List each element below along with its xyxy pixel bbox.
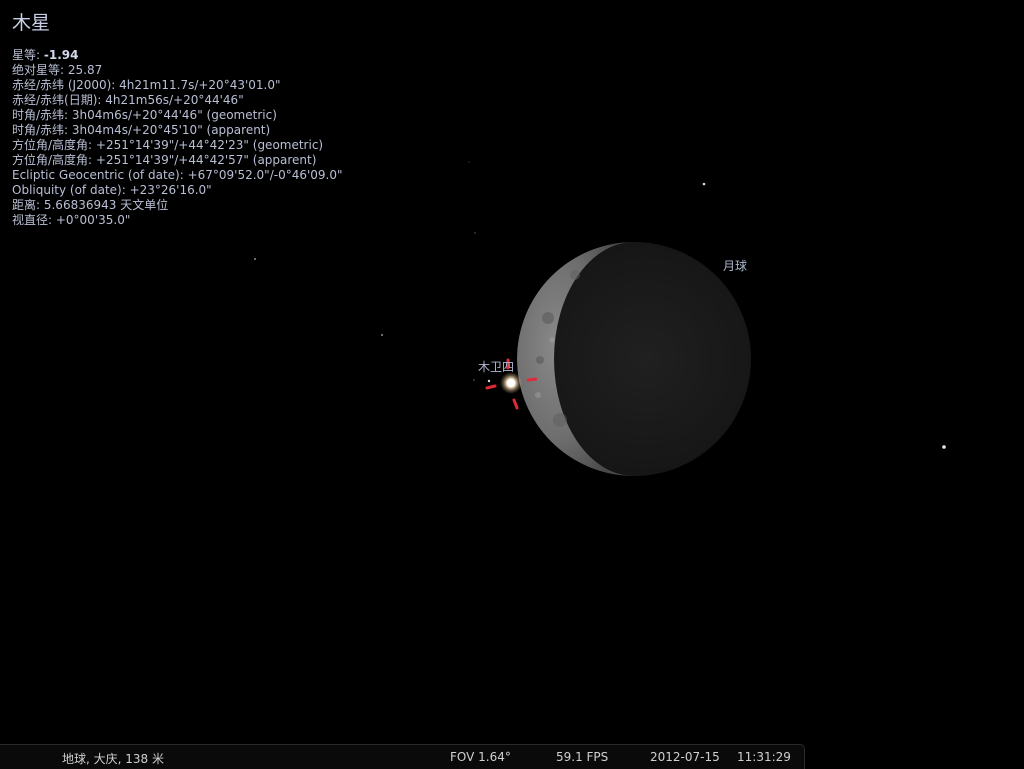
star — [942, 445, 946, 449]
callisto-label[interactable]: 木卫四 — [478, 358, 514, 375]
star — [381, 334, 383, 336]
star — [474, 232, 476, 234]
date-readout[interactable]: 2012-07-15 — [650, 750, 720, 764]
ecliptic-geocentric: Ecliptic Geocentric (of date): +67°09'52… — [12, 168, 343, 182]
az-alt-apparent: 方位角/高度角: +251°14'39"/+44°42'57" (apparen… — [12, 153, 317, 167]
ra-dec-of-date: 赤经/赤纬(日期): 4h21m56s/+20°44'46" — [12, 93, 244, 107]
callisto-dot[interactable] — [487, 379, 491, 383]
fps-readout: 59.1 FPS — [556, 750, 609, 764]
location-readout[interactable]: 地球, 大庆, 138 米 — [62, 750, 164, 767]
absolute-magnitude: 绝对星等: 25.87 — [12, 63, 103, 77]
magnitude-label: 星等: — [12, 48, 41, 62]
magnitude-line: 星等: -1.94 — [12, 48, 343, 63]
hour-angle-geometric: 时角/赤纬: 3h04m6s/+20°44'46" (geometric) — [12, 108, 277, 122]
ra-dec-j2000: 赤经/赤纬 (J2000): 4h21m11.7s/+20°43'01.0" — [12, 78, 281, 92]
apparent-diameter: 视直径: +0°00'35.0" — [12, 213, 131, 227]
star — [702, 182, 706, 186]
moon-label[interactable]: 月球 — [723, 257, 747, 274]
object-title: 木星 — [12, 12, 51, 34]
distance: 距离: 5.66836943 天文单位 — [12, 198, 169, 212]
star — [254, 258, 256, 260]
az-alt-geometric: 方位角/高度角: +251°14'39"/+44°42'23" (geometr… — [12, 138, 324, 152]
hour-angle-apparent: 时角/赤纬: 3h04m4s/+20°45'10" (apparent) — [12, 123, 271, 137]
fov-readout: FOV 1.64° — [450, 750, 511, 764]
obliquity: Obliquity (of date): +23°26'16.0" — [12, 183, 212, 197]
star — [468, 161, 470, 163]
moon[interactable] — [517, 242, 751, 476]
object-info-panel: 木星 星等: -1.94 绝对星等: 25.87 赤经/赤纬 (J2000): … — [12, 10, 343, 228]
status-bar: 地球, 大庆, 138 米 FOV 1.64° 59.1 FPS 2012-07… — [0, 744, 805, 769]
jupiter[interactable] — [500, 372, 522, 394]
star — [473, 379, 475, 381]
time-readout[interactable]: 11:31:29 — [737, 750, 791, 764]
magnitude-value: -1.94 — [43, 48, 79, 62]
